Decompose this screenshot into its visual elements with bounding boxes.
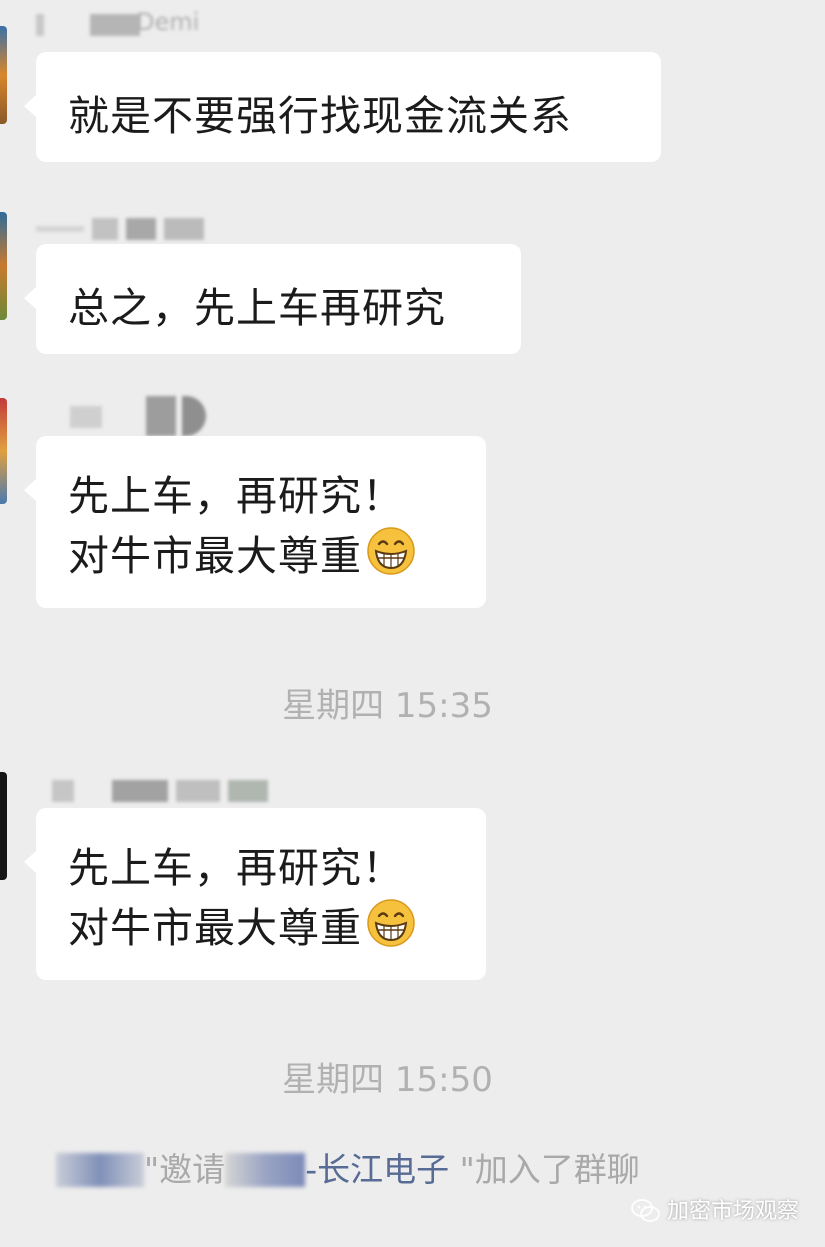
sender-name-partial: Demi <box>136 8 200 36</box>
system-message-text: "加入了群聊 <box>449 1150 640 1189</box>
avatar[interactable] <box>0 212 7 320</box>
system-message-text: "邀请 <box>144 1150 226 1189</box>
sender-name <box>36 396 211 436</box>
sender-name: Demi <box>36 8 199 36</box>
redacted-name <box>225 1153 306 1187</box>
timestamp: 星期四 15:50 <box>282 1060 493 1100</box>
message-bubble[interactable]: 先上车，再研究！ 对牛市最大尊重 <box>24 436 486 608</box>
sender-name <box>52 780 272 802</box>
grinning-face-emoji <box>367 527 415 575</box>
message-bubble[interactable]: 先上车，再研究！ 对牛市最大尊重 <box>24 808 486 980</box>
watermark-text: 加密市场观察 <box>666 1199 799 1224</box>
message-text: 对牛市最大尊重 <box>68 532 362 580</box>
message-bubble[interactable]: 就是不要强行找现金流关系 <box>24 52 661 162</box>
group-name-link[interactable]: -长江电子 <box>305 1150 449 1189</box>
sender-name <box>36 218 208 240</box>
redacted-name <box>56 1153 144 1187</box>
message-text: 就是不要强行找现金流关系 <box>68 92 572 140</box>
avatar[interactable] <box>0 26 7 124</box>
message-text: 先上车，再研究！ <box>68 844 404 892</box>
wechat-icon <box>631 1199 660 1222</box>
message-text: 总之，先上车再研究 <box>68 284 446 332</box>
message-text: 对牛市最大尊重 <box>68 904 362 952</box>
watermark: 加密市场观察 <box>631 1193 799 1225</box>
grinning-face-emoji <box>367 899 415 947</box>
system-message: "邀请 -长江电子 "加入了群聊 <box>56 1143 640 1191</box>
message-bubble[interactable]: 总之，先上车再研究 <box>24 244 521 354</box>
timestamp: 星期四 15:35 <box>282 686 493 726</box>
message-text: 先上车，再研究！ <box>68 472 404 520</box>
avatar[interactable] <box>0 772 7 880</box>
avatar[interactable] <box>0 398 7 504</box>
